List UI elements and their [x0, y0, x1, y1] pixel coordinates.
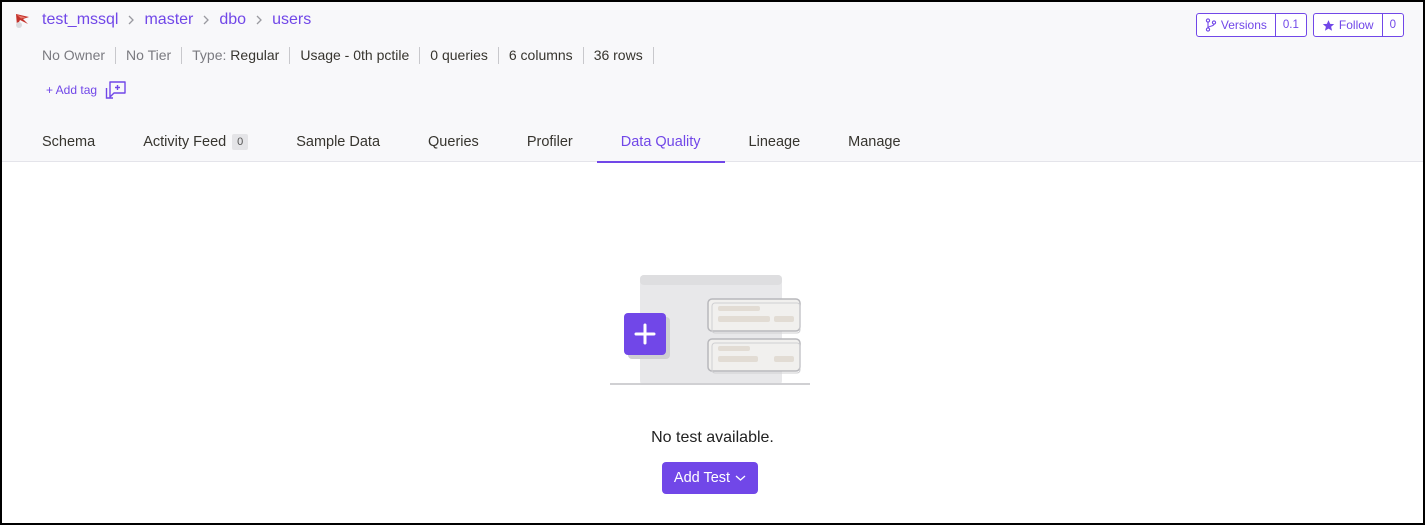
columns-count: 6 columns — [499, 47, 584, 64]
add-tag-button[interactable]: + Add tag — [46, 80, 127, 100]
breadcrumb: test_mssql master dbo users — [14, 11, 311, 29]
header-actions: Versions 0.1 Follow 0 — [1195, 13, 1404, 37]
tab-label: Sample Data — [296, 134, 381, 150]
owner-info[interactable]: No Owner — [42, 47, 117, 64]
versions-count: 0.1 — [1282, 19, 1299, 31]
version-branch-icon — [1205, 18, 1217, 32]
tab-label: Queries — [428, 134, 479, 150]
versions-label: Versions — [1220, 18, 1267, 32]
usage-info: Usage - 0th pctile — [290, 47, 421, 64]
entity-tabs: Schema Activity Feed 0 Sample Data Querie… — [18, 122, 925, 163]
versions-main[interactable]: Versions — [1197, 14, 1276, 36]
tier-info[interactable]: No Tier — [116, 47, 183, 64]
chevron-right-icon — [201, 15, 211, 25]
add-test-illustration — [608, 273, 812, 387]
mssql-service-icon — [14, 11, 32, 29]
follow-label: Follow — [1338, 18, 1374, 32]
add-tag-label: + Add tag — [46, 83, 98, 97]
star-icon — [1322, 19, 1335, 32]
follow-main[interactable]: Follow — [1314, 14, 1383, 36]
entity-meta-bar: No Owner No Tier Type: Regular Usage - 0… — [42, 47, 654, 64]
type-label: Type: — [192, 47, 227, 63]
tab-label: Schema — [42, 134, 96, 150]
breadcrumb-service[interactable]: test_mssql — [42, 11, 118, 29]
breadcrumb-table[interactable]: users — [272, 11, 311, 29]
followers-count: 0 — [1389, 19, 1396, 31]
queries-count: 0 queries — [420, 47, 499, 64]
tab-profiler[interactable]: Profiler — [503, 122, 597, 162]
chevron-right-icon — [254, 15, 264, 25]
chevron-right-icon — [126, 15, 136, 25]
rows-count: 36 rows — [584, 47, 654, 64]
tab-label: Manage — [848, 134, 901, 150]
type-info: Type: Regular — [182, 47, 291, 64]
versions-button[interactable]: Versions 0.1 — [1195, 13, 1307, 37]
chevron-down-icon — [735, 474, 746, 482]
type-value: Regular — [230, 47, 280, 63]
tab-data-quality[interactable]: Data Quality — [596, 122, 725, 163]
activity-count-badge: 0 — [232, 134, 249, 150]
tab-lineage[interactable]: Lineage — [725, 122, 825, 162]
tab-queries[interactable]: Queries — [404, 122, 503, 162]
tab-label: Activity Feed — [143, 134, 227, 150]
empty-state-message: No test available. — [651, 429, 774, 446]
tab-label: Profiler — [526, 134, 573, 150]
add-test-label: Add Test — [673, 470, 731, 486]
tab-label: Lineage — [748, 134, 801, 150]
data-quality-empty-state: No test available. Add Test — [2, 163, 1423, 523]
tag-request-icon[interactable] — [105, 80, 127, 100]
follow-button[interactable]: Follow 0 — [1312, 13, 1404, 37]
page-frame: test_mssql master dbo users No Owner No … — [0, 0, 1425, 525]
entity-header: test_mssql master dbo users No Owner No … — [2, 2, 1423, 163]
breadcrumb-schema[interactable]: dbo — [219, 11, 246, 29]
tab-schema[interactable]: Schema — [18, 122, 119, 162]
add-test-button[interactable]: Add Test — [662, 462, 758, 494]
breadcrumb-database[interactable]: master — [144, 11, 193, 29]
tab-sample-data[interactable]: Sample Data — [272, 122, 404, 162]
tab-manage[interactable]: Manage — [824, 122, 924, 162]
tab-activity-feed[interactable]: Activity Feed 0 — [119, 122, 272, 162]
tab-label: Data Quality — [620, 134, 701, 150]
